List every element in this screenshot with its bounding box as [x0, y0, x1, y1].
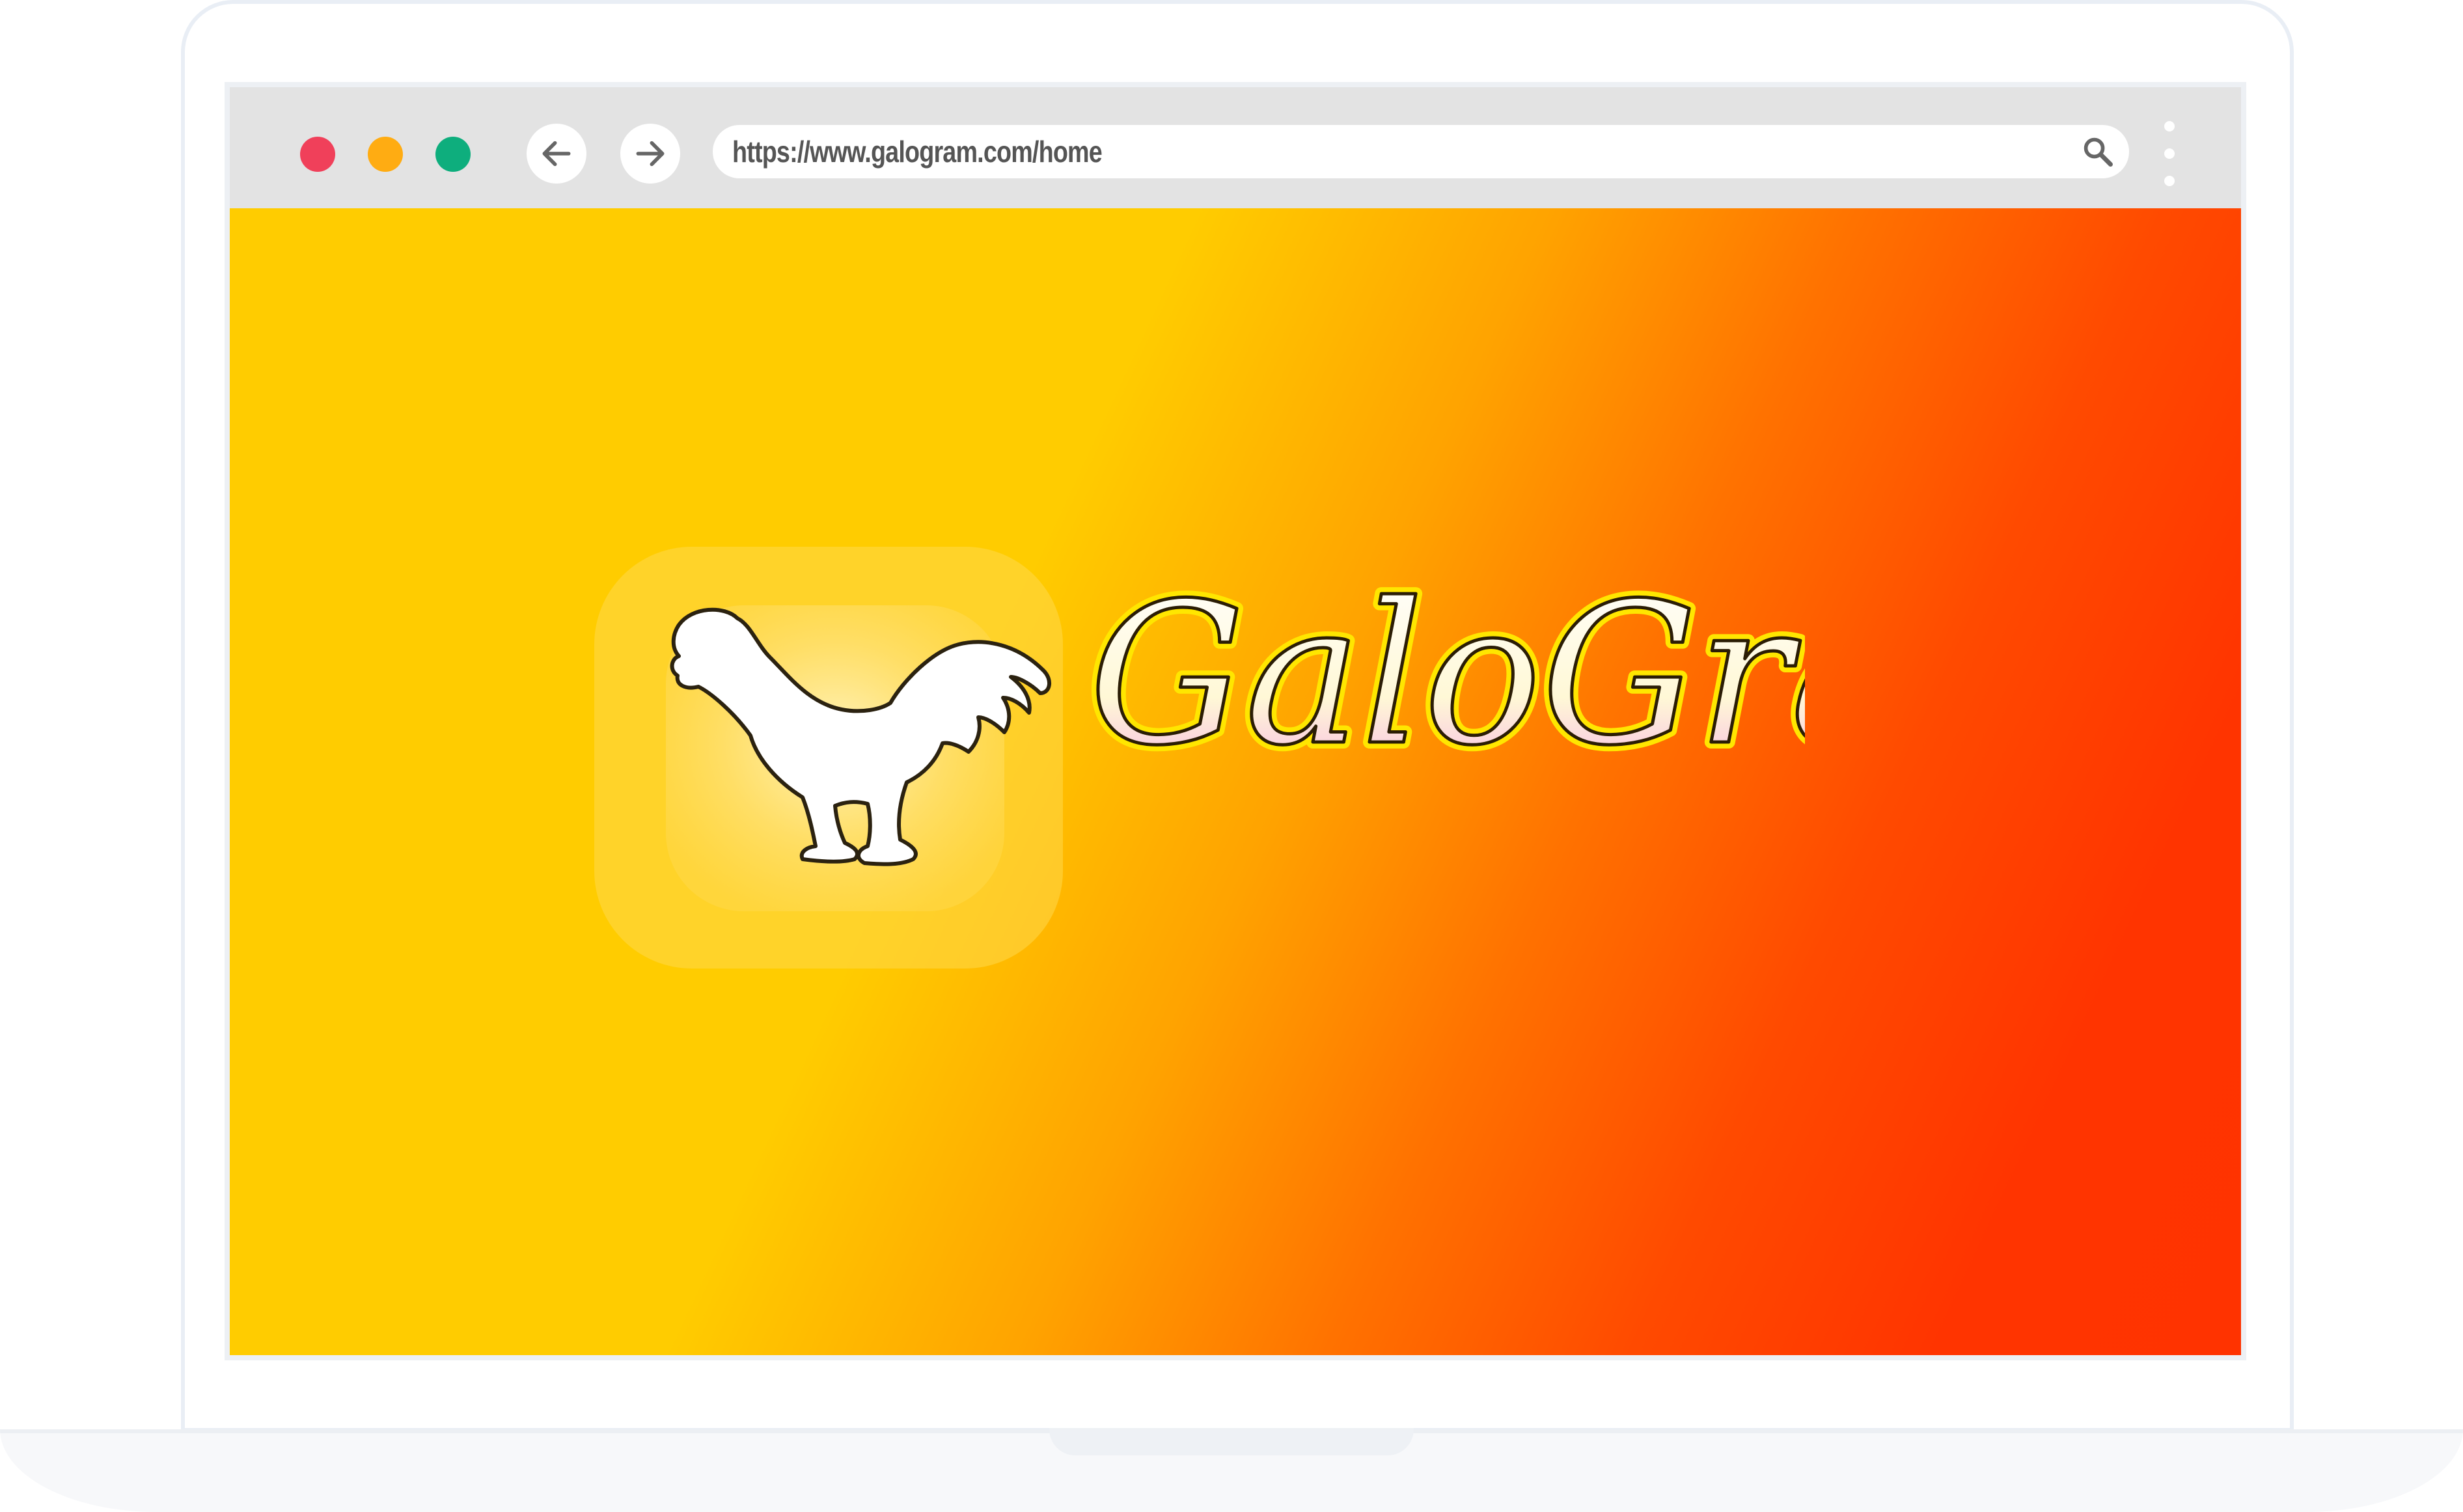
url-text: https://www.galogram.com/home: [732, 135, 1103, 169]
laptop-mockup: https://www.galogram.com/home GaloGr Gal…: [0, 0, 2463, 1512]
kebab-menu-icon[interactable]: [2163, 121, 2176, 186]
browser-toolbar: https://www.galogram.com/home: [230, 87, 2241, 208]
forward-button[interactable]: [620, 124, 680, 184]
window-close-button[interactable]: [300, 137, 335, 172]
browser-window: https://www.galogram.com/home GaloGr Gal…: [225, 82, 2246, 1360]
laptop-base-notch: [1049, 1428, 1414, 1455]
window-maximize-button[interactable]: [435, 137, 471, 172]
window-minimize-button[interactable]: [368, 137, 403, 172]
page-hero: GaloGram GaloGram: [230, 208, 2241, 1355]
arrow-right-icon: [636, 141, 665, 167]
back-button[interactable]: [527, 124, 586, 184]
rooster-icon: [594, 547, 1063, 969]
arrow-left-icon: [542, 141, 571, 167]
brand-wordmark: GaloGram GaloGram: [1089, 555, 1805, 795]
search-icon[interactable]: [2081, 135, 2115, 169]
address-bar[interactable]: https://www.galogram.com/home: [713, 125, 2129, 178]
brand-name-outline: GaloGram: [1089, 561, 1805, 788]
